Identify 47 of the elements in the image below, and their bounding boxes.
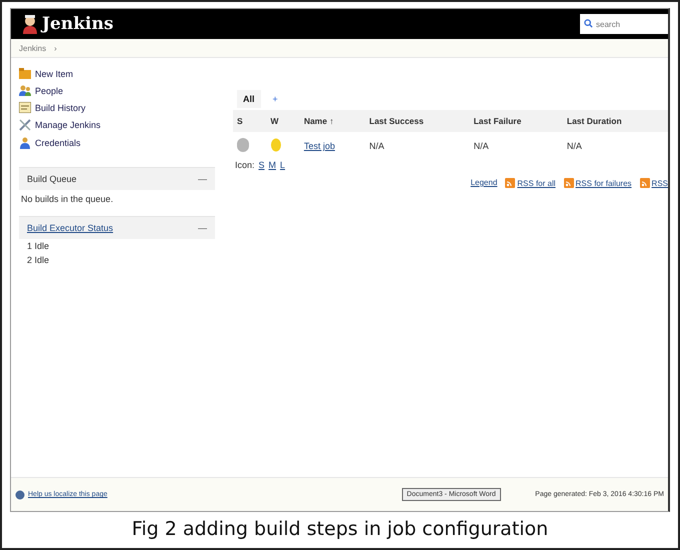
figure-caption: Fig 2 adding build steps in job configuration <box>130 517 550 542</box>
table-cell: N/A <box>470 132 563 160</box>
people-icon <box>19 85 31 96</box>
sun-icon <box>270 138 282 152</box>
rss-link[interactable]: RSS for all <box>517 178 556 188</box>
view-tab[interactable]: + <box>266 90 284 108</box>
rss-link[interactable]: RSS for failures <box>576 178 632 188</box>
icon-size-link[interactable]: M <box>268 160 276 170</box>
jenkins-title[interactable]: Jenkins <box>42 14 114 34</box>
breadcrumb-item[interactable]: Jenkins <box>19 44 46 52</box>
icon-size-link[interactable]: S <box>258 160 265 170</box>
sidebar-item[interactable]: Manage Jenkins <box>19 119 215 131</box>
job-link[interactable]: Test job <box>304 141 335 151</box>
sidebar-item[interactable]: Credentials <box>19 137 215 149</box>
panel-title-link[interactable]: Build Executor Status <box>27 223 114 233</box>
sidebar-item[interactable]: People <box>19 85 215 96</box>
icon-size-link[interactable]: L <box>280 160 286 170</box>
panel-title: Build Queue <box>27 174 77 184</box>
search-field[interactable]: search <box>580 14 668 34</box>
column-header[interactable]: Last Success <box>365 110 470 132</box>
folder-icon <box>19 68 31 79</box>
column-header[interactable]: S <box>233 110 266 132</box>
column-header[interactable]: Name ↑ <box>300 110 366 132</box>
table-cell: N/A <box>562 132 668 160</box>
column-header[interactable]: Last Failure <box>470 110 563 132</box>
panel-line: 2 Idle <box>26 254 50 267</box>
rss-icon <box>564 178 574 188</box>
notepad-icon <box>19 102 31 113</box>
rss-link[interactable]: RSS <box>652 178 668 188</box>
breadcrumb-item[interactable]: › <box>54 44 57 52</box>
rss-icon <box>505 178 516 188</box>
view-tab[interactable]: All <box>237 90 261 108</box>
legend-link[interactable]: Legend <box>470 178 498 188</box>
rss-icon <box>640 178 650 188</box>
search-icon <box>584 19 593 28</box>
butler-logo-icon <box>21 14 39 34</box>
panel-line: 1 Idle <box>26 240 50 253</box>
sidebar-item[interactable]: New Item <box>19 68 215 79</box>
panel-line: No builds in the queue. <box>20 193 114 206</box>
icon-size-label: Icon: <box>235 160 255 170</box>
person-icon <box>19 137 31 149</box>
sidebar-item[interactable]: Build History <box>19 102 215 113</box>
column-header[interactable]: Last Duration <box>562 110 668 132</box>
table-cell: N/A <box>365 132 470 160</box>
collapse-toggle[interactable]: — <box>198 223 207 233</box>
column-header[interactable]: W <box>266 110 300 132</box>
collapse-toggle[interactable]: — <box>198 174 207 184</box>
